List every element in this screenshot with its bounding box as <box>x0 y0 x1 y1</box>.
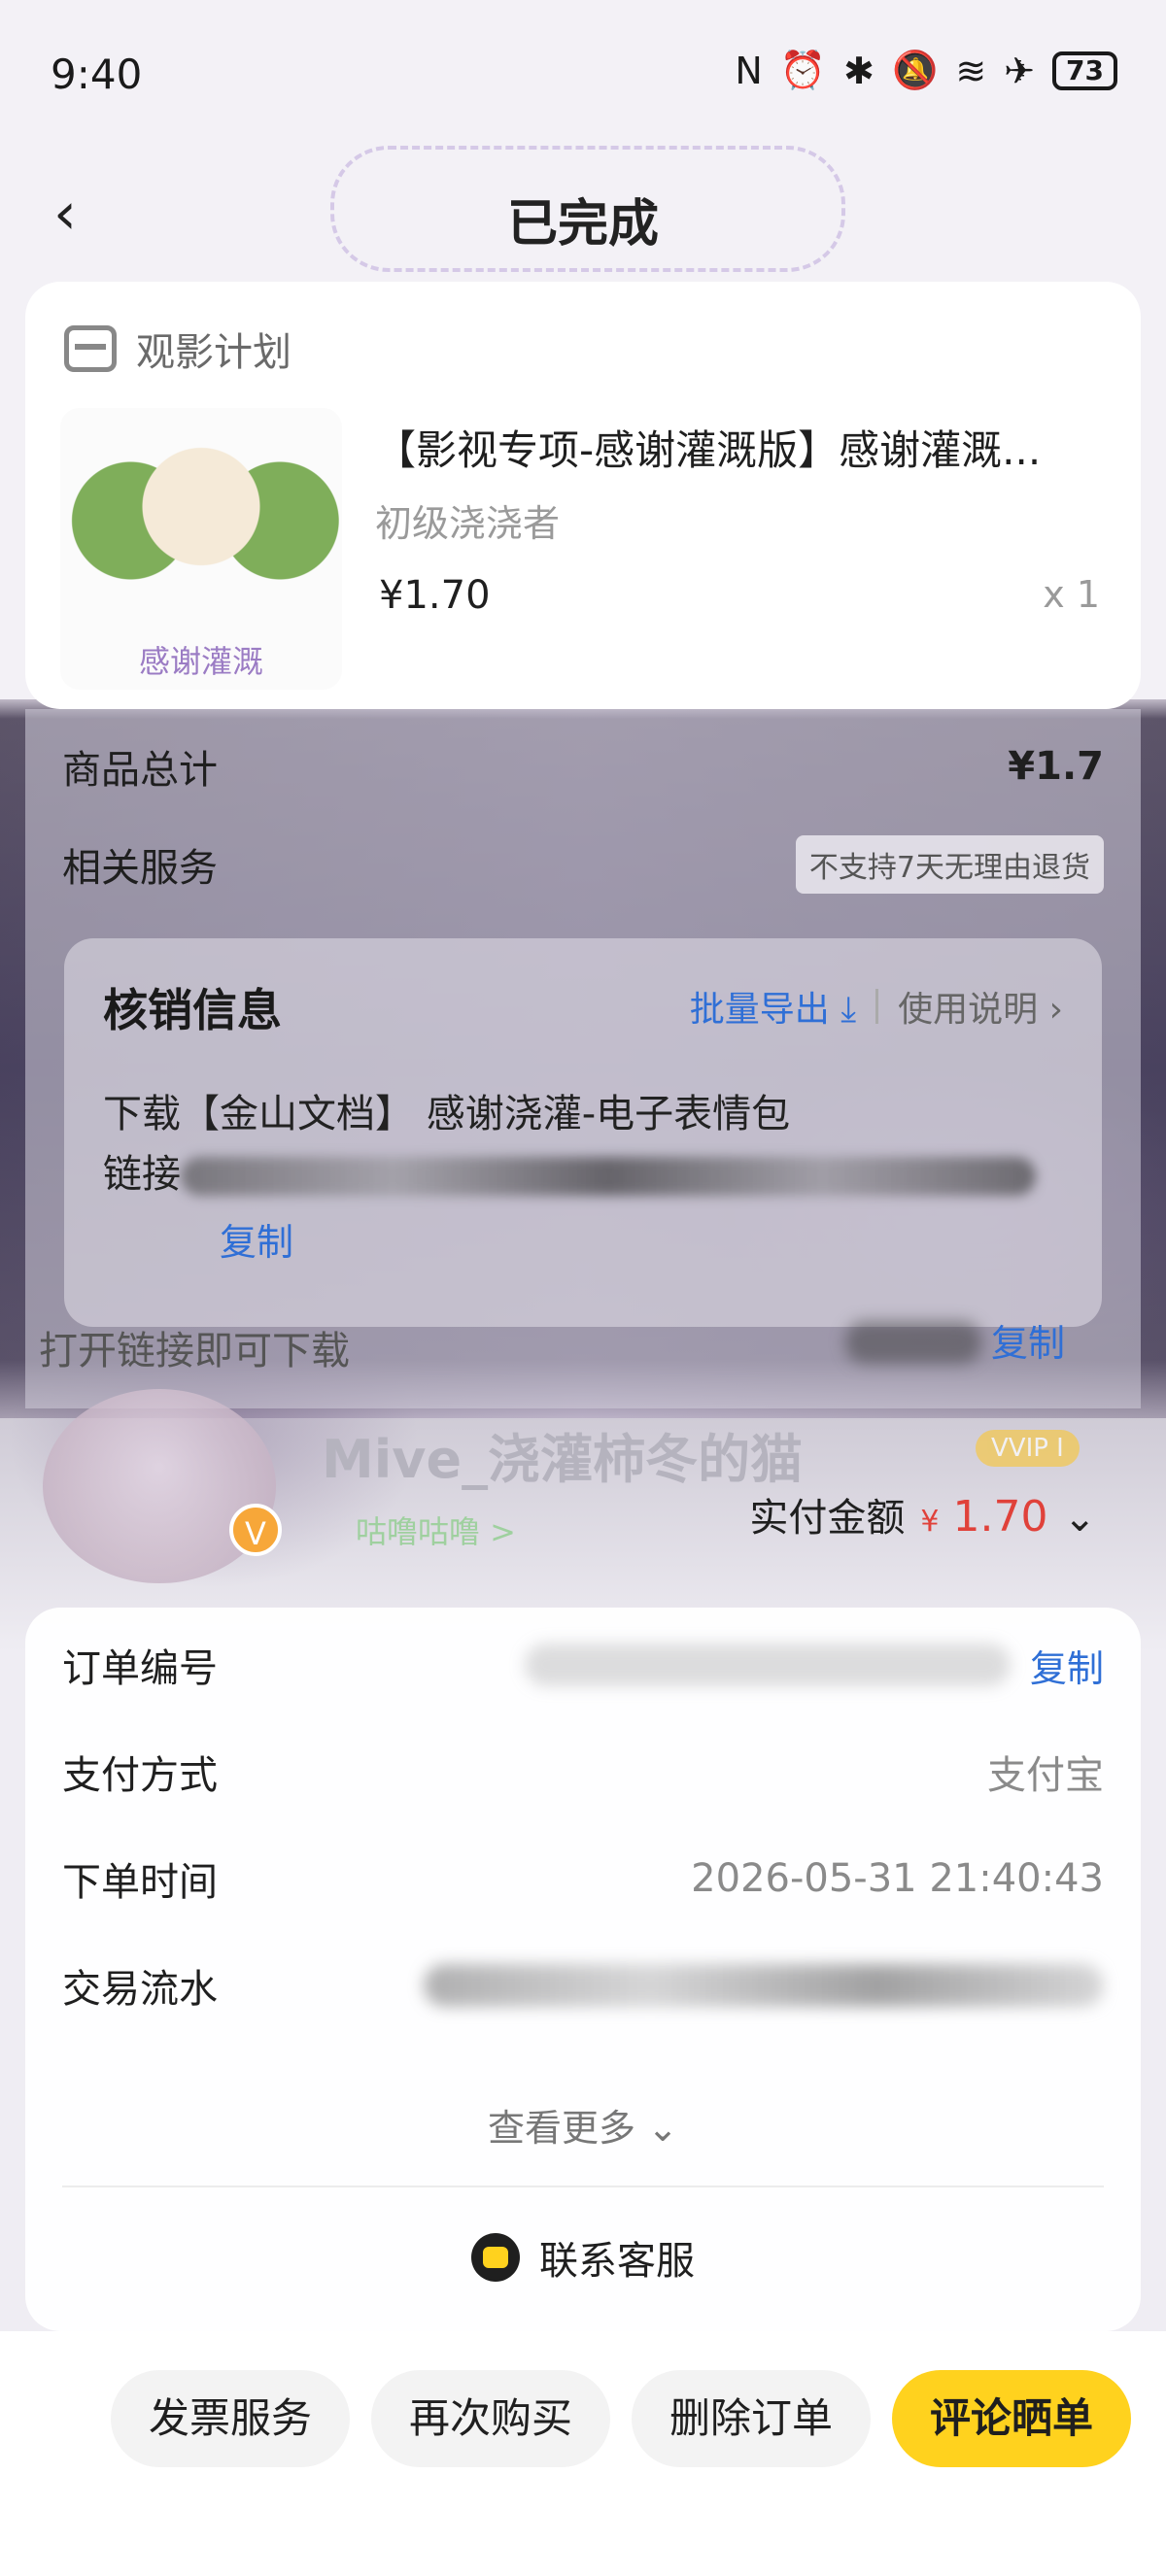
product-thumbnail[interactable]: 感谢灌溉 <box>60 408 342 690</box>
order-number-value: 复制 <box>524 1639 1104 1692</box>
chevron-right-icon: › <box>1048 990 1063 1030</box>
service-tag: 不支持7天无理由退货 <box>795 835 1104 894</box>
bluetooth-icon: ✱ <box>843 49 875 92</box>
view-more-button[interactable]: 查看更多 ⌄ <box>25 2098 1141 2152</box>
usage-guide-label: 使用说明 <box>898 990 1039 1030</box>
customer-service-icon <box>471 2233 520 2282</box>
copy-code-button[interactable]: 复制 <box>991 1313 1065 1367</box>
service-label: 相关服务 <box>62 846 218 891</box>
profile-name: Mive_浇灌柿冬的猫 <box>322 1429 804 1490</box>
usage-guide-link[interactable]: 使用说明 › <box>898 981 1063 1032</box>
chevron-down-icon: ⌄ <box>1063 1496 1096 1541</box>
verify-card: 核销信息 批量导出 ⤓ 使用说明 › 下载【金山文档】 感谢浇灌-电子表情包 链… <box>64 938 1102 1327</box>
copy-order-number-button[interactable]: 复制 <box>1030 1639 1104 1692</box>
link-prefix: 链接 <box>103 1152 181 1197</box>
header: ‹ 已完成 <box>0 146 1166 282</box>
verify-content: 下载【金山文档】 感谢浇灌-电子表情包 链接 <box>103 1084 1075 1204</box>
invoice-button[interactable]: 发票服务 <box>111 2370 350 2467</box>
verify-title: 核销信息 <box>103 984 282 1036</box>
chevron-down-small-icon: ⌄ <box>647 2107 678 2150</box>
paid-value: 1.70 <box>952 1492 1048 1542</box>
paid-amount: ¥ 1.70 <box>920 1492 1047 1542</box>
status-icons: N ⏰ ✱ 🔕 ≋ ✈ 73 <box>735 49 1117 92</box>
contact-service-button[interactable]: 联系客服 <box>25 2229 1141 2286</box>
redacted-transaction <box>424 1964 1104 2007</box>
service-row: 相关服务 不支持7天无理由退货 <box>62 835 1104 894</box>
product-price: ¥1.70 <box>379 573 491 618</box>
verify-line1: 下载【金山文档】 感谢浇灌-电子表情包 <box>103 1092 791 1136</box>
verify-actions: 批量导出 ⤓ 使用说明 › <box>690 981 1063 1032</box>
store-name: 观影计划 <box>136 330 292 375</box>
status-bar: 9:40 N ⏰ ✱ 🔕 ≋ ✈ 73 <box>0 0 1166 146</box>
store-icon <box>64 325 117 372</box>
page-title: 已完成 <box>506 195 659 254</box>
order-number-label: 订单编号 <box>62 1646 218 1691</box>
batch-export-label: 批量导出 <box>689 990 830 1030</box>
review-button[interactable]: 评论晒单 <box>892 2370 1131 2467</box>
paid-currency: ¥ <box>920 1505 940 1539</box>
transaction-row: 交易流水 <box>62 1957 1104 2014</box>
contact-service-label: 联系客服 <box>539 2239 695 2284</box>
rebuy-button[interactable]: 再次购买 <box>371 2370 610 2467</box>
order-info-card: 订单编号 复制 支付方式 支付宝 下单时间 2026-05-31 21:40:4… <box>25 1608 1141 2331</box>
goods-total-label: 商品总计 <box>62 748 218 793</box>
redacted-code <box>845 1321 981 1364</box>
mute-icon: 🔕 <box>892 49 939 91</box>
product-quantity: x 1 <box>1043 573 1100 616</box>
verified-badge-icon: V <box>229 1504 282 1556</box>
delete-order-button[interactable]: 删除订单 <box>632 2370 871 2467</box>
redacted-link <box>181 1157 1036 1196</box>
store-row[interactable]: 观影计划 <box>64 321 292 377</box>
profile-subtitle: 咕噜咕噜 > <box>356 1513 516 1550</box>
goods-total-value: ¥1.7 <box>1008 744 1104 789</box>
pay-method-value: 支付宝 <box>987 1753 1104 1798</box>
profile-overlay: V Mive_浇灌柿冬的猫 VVIP I 咕噜咕噜 > 实付金额 ¥ 1.70 … <box>25 1389 1141 1583</box>
redacted-order-number <box>524 1644 1011 1686</box>
download-icon: ⤓ <box>840 990 857 1030</box>
product-card: 观影计划 感谢灌溉 【影视专项-感谢灌溉版】感谢灌溉... 初级浇浇者 ¥1.7… <box>25 282 1141 709</box>
battery-icon: 73 <box>1052 51 1117 90</box>
divider <box>875 989 879 1024</box>
totals-section: 商品总计 ¥1.7 相关服务 不支持7天无理由退货 核销信息 批量导出 ⤓ 使用… <box>25 709 1141 1408</box>
pay-method-row: 支付方式 支付宝 <box>62 1744 1104 1800</box>
bottom-action-bar: 发票服务 再次购买 删除订单 评论晒单 <box>0 2331 1166 2576</box>
product-title[interactable]: 【影视专项-感谢灌溉版】感谢灌溉... <box>375 418 1114 477</box>
open-link-hint: 打开链接即可下载 <box>39 1329 350 1373</box>
verify-link-row: 链接 <box>103 1144 1075 1204</box>
product-spec: 初级浇浇者 <box>375 502 561 545</box>
avatar <box>43 1389 276 1583</box>
nfc-icon: N <box>735 49 763 92</box>
order-number-row: 订单编号 复制 <box>62 1637 1104 1693</box>
batch-export-button[interactable]: 批量导出 ⤓ <box>690 981 856 1032</box>
view-more-label: 查看更多 <box>488 2107 636 2150</box>
paid-amount-row[interactable]: 实付金额 ¥ 1.70 ⌄ <box>749 1486 1096 1542</box>
pay-method-label: 支付方式 <box>62 1753 218 1798</box>
copy-link-button[interactable]: 复制 <box>220 1212 293 1266</box>
order-time-label: 下单时间 <box>62 1860 218 1905</box>
goods-total-row: 商品总计 ¥1.7 <box>62 738 1104 795</box>
transaction-label: 交易流水 <box>62 1967 218 2012</box>
status-time: 9:40 <box>51 51 143 98</box>
wifi-icon: ≋ <box>955 49 987 92</box>
vip-badge: VVIP I <box>976 1430 1080 1467</box>
thumbnail-caption: 感谢灌溉 <box>138 643 263 680</box>
order-time-row: 下单时间 2026-05-31 21:40:43 <box>62 1850 1104 1907</box>
paid-label: 实付金额 <box>749 1496 906 1541</box>
airplane-icon: ✈ <box>1004 49 1036 92</box>
alarm-icon: ⏰ <box>779 49 827 91</box>
order-time-value: 2026-05-31 21:40:43 <box>691 1856 1104 1901</box>
divider <box>62 2186 1104 2187</box>
